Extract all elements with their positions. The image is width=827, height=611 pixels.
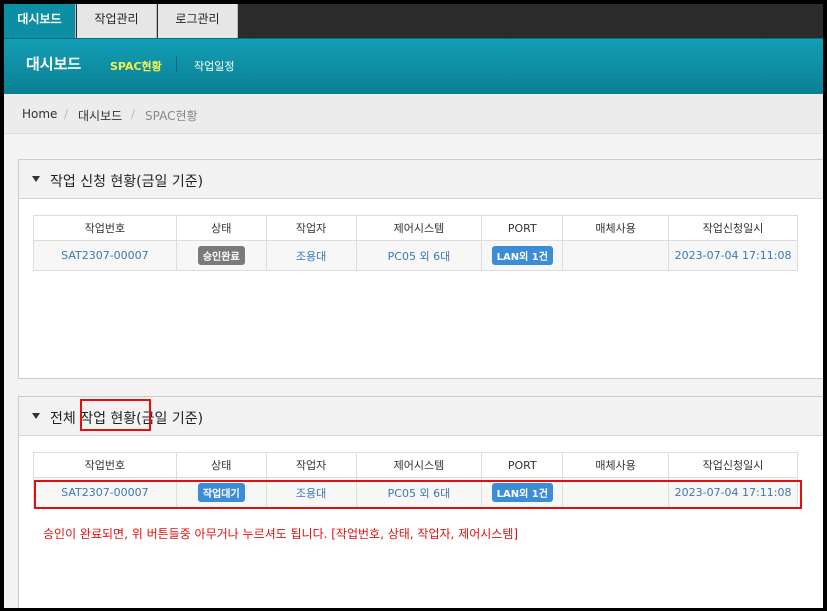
control-system-link[interactable]: PC05 외 6대 [388, 250, 451, 263]
port-badge[interactable]: LAN외 1건 [491, 246, 553, 265]
all-jobs-panel: 전체 작업 현황(금일 기준) 작업번호 상태 작업자 제어시스템 PORT 매… [18, 396, 823, 608]
highlight-box-row [34, 480, 802, 509]
job-request-table: 작업번호 상태 작업자 제어시스템 PORT 매체사용 작업신청일시 SAT23… [33, 215, 798, 271]
sub-navbar: 대시보드 SPAC현황 작업일정 [4, 38, 823, 94]
panel-title: 작업 신청 현황(금일 기준) [50, 174, 204, 190]
top-tab-bar: 대시보드 작업관리 로그관리 [4, 4, 823, 38]
job-number-link[interactable]: SAT2307-00007 [61, 249, 149, 262]
breadcrumb-dashboard[interactable]: 대시보드 [78, 107, 122, 124]
nav-item-spac-status[interactable]: SPAC현황 [110, 58, 162, 74]
column-header: 작업자 [265, 215, 357, 241]
column-header: 매체사용 [562, 215, 670, 241]
table-header-row: 작업번호 상태 작업자 제어시스템 PORT 매체사용 작업신청일시 [33, 452, 798, 478]
column-header: 작업번호 [33, 452, 177, 478]
request-time-cell: 2023-07-04 17:11:08 [668, 240, 798, 271]
status-badge[interactable]: 승인완료 [197, 246, 245, 265]
breadcrumb: Home / 대시보드 / SPAC현황 [4, 94, 823, 134]
breadcrumb-current: SPAC현황 [145, 109, 198, 123]
table-header-row: 작업번호 상태 작업자 제어시스템 PORT 매체사용 작업신청일시 [33, 215, 798, 241]
breadcrumb-separator: / [131, 107, 136, 121]
worker-link[interactable]: 조용대 [296, 250, 326, 263]
media-cell [562, 240, 670, 271]
column-header: 작업자 [265, 452, 357, 478]
column-header: 작업신청일시 [668, 452, 798, 478]
column-header: 제어시스템 [355, 452, 483, 478]
column-header: 상태 [175, 215, 267, 241]
highlight-box-title [80, 399, 151, 431]
nav-divider [176, 56, 177, 72]
tab-dashboard[interactable]: 대시보드 [4, 4, 76, 38]
column-header: PORT [481, 215, 564, 241]
column-header: 상태 [175, 452, 267, 478]
job-request-panel: 작업 신청 현황(금일 기준) 작업번호 상태 작업자 제어시스템 PORT 매… [18, 159, 823, 379]
column-header: 제어시스템 [355, 215, 483, 241]
caret-down-icon[interactable] [32, 176, 40, 182]
panel-header[interactable]: 작업 신청 현황(금일 기준) [19, 160, 823, 199]
tab-log-management[interactable]: 로그관리 [158, 4, 238, 38]
column-header: 매체사용 [562, 452, 670, 478]
table-row[interactable]: SAT2307-00007 승인완료 조용대 PC05 외 6대 LAN외 1건… [33, 240, 798, 271]
instruction-note: 승인이 완료되면, 위 버튼들중 아무거나 누르셔도 됩니다. [작업번호, 상… [43, 527, 519, 541]
breadcrumb-home[interactable]: Home [22, 107, 57, 121]
caret-down-icon[interactable] [32, 413, 40, 419]
nav-item-job-schedule[interactable]: 작업일정 [194, 58, 234, 74]
app-frame: 대시보드 작업관리 로그관리 대시보드 SPAC현황 작업일정 Home / 대… [4, 4, 823, 608]
column-header: 작업번호 [33, 215, 177, 241]
nav-title: 대시보드 [26, 55, 82, 73]
tab-job-management[interactable]: 작업관리 [77, 4, 157, 38]
breadcrumb-separator: / [64, 107, 69, 121]
column-header: 작업신청일시 [668, 215, 798, 241]
column-header: PORT [481, 452, 564, 478]
